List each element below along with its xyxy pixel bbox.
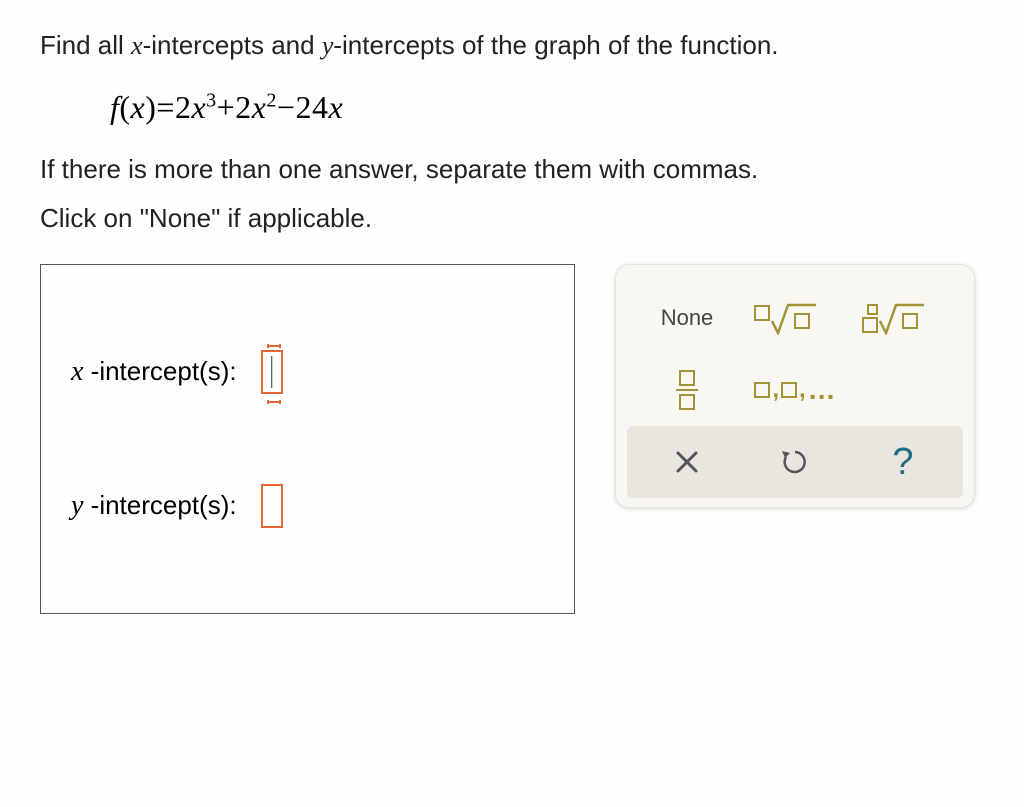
undo-icon bbox=[780, 447, 810, 477]
nth-root-button[interactable] bbox=[849, 282, 957, 354]
sqrt-icon bbox=[754, 301, 836, 335]
eq-op1: + bbox=[217, 89, 236, 125]
instruction-2: Click on "None" if applicable. bbox=[40, 203, 984, 234]
equation-display: f(x)=2x3+2x2−24x bbox=[110, 89, 984, 126]
help-icon: ? bbox=[892, 441, 913, 484]
nth-root-icon bbox=[862, 301, 944, 335]
prompt-y-var: y bbox=[322, 31, 334, 60]
eq-t1c: 2 bbox=[175, 89, 192, 125]
fraction-button[interactable] bbox=[633, 354, 741, 426]
list-button[interactable]: ,,… bbox=[741, 354, 849, 426]
y-intercept-input[interactable] bbox=[261, 484, 283, 528]
keypad-row-3: ? bbox=[627, 426, 963, 498]
keypad-spacer bbox=[849, 354, 957, 426]
sqrt-radicand-box bbox=[794, 313, 810, 329]
sqrt-button[interactable] bbox=[741, 282, 849, 354]
eq-f: f bbox=[110, 89, 119, 125]
eq-t3v: x bbox=[328, 89, 343, 125]
math-keypad: None bbox=[615, 264, 975, 508]
none-label: None bbox=[661, 305, 714, 331]
eq-open: ( bbox=[119, 89, 130, 125]
keypad-row-1: None bbox=[633, 282, 957, 354]
frac-num-box bbox=[679, 370, 695, 386]
x-label-text: -intercept(s): bbox=[83, 356, 236, 386]
nroot-index-box bbox=[867, 304, 878, 315]
eq-op2: − bbox=[277, 89, 296, 125]
instruction-1: If there is more than one answer, separa… bbox=[40, 154, 984, 185]
fraction-icon bbox=[676, 370, 698, 410]
close-icon bbox=[674, 449, 700, 475]
list-box-2 bbox=[781, 382, 797, 398]
bracket-markers bbox=[263, 344, 285, 404]
list-icon: ,,… bbox=[754, 374, 835, 406]
answer-row: x -intercept(s): y -intercept(s): None bbox=[40, 264, 984, 614]
eq-t1e: 3 bbox=[206, 89, 217, 111]
undo-button[interactable] bbox=[741, 426, 849, 498]
eq-t1v: x bbox=[191, 89, 206, 125]
keypad-row-2: ,,… bbox=[633, 354, 957, 426]
none-button[interactable]: None bbox=[633, 282, 741, 354]
eq-equals: = bbox=[156, 89, 175, 125]
eq-close: ) bbox=[145, 89, 156, 125]
eq-t3c: 24 bbox=[295, 89, 328, 125]
list-box-1 bbox=[754, 382, 770, 398]
y-intercept-label: y -intercept(s): bbox=[71, 490, 237, 522]
frac-bar bbox=[676, 389, 698, 391]
y-intercept-row: y -intercept(s): bbox=[71, 484, 544, 528]
prompt-text-3: -intercepts of the graph of the function… bbox=[333, 30, 778, 60]
prompt-x-var: x bbox=[131, 31, 143, 60]
eq-t2e: 2 bbox=[266, 89, 277, 111]
eq-x: x bbox=[131, 89, 146, 125]
y-label-var: y bbox=[71, 490, 83, 521]
x-intercept-input[interactable] bbox=[261, 350, 283, 394]
question-page: Find all x-intercepts and y-intercepts o… bbox=[0, 0, 1024, 644]
question-prompt: Find all x-intercepts and y-intercepts o… bbox=[40, 30, 984, 61]
sqrt-coef-box bbox=[754, 305, 770, 321]
x-label-var: x bbox=[71, 356, 83, 387]
frac-den-box bbox=[679, 394, 695, 410]
answer-box: x -intercept(s): y -intercept(s): bbox=[40, 264, 575, 614]
eq-t2v: x bbox=[252, 89, 267, 125]
x-intercept-row: x -intercept(s): bbox=[71, 350, 544, 394]
y-label-text: -intercept(s): bbox=[83, 490, 236, 520]
clear-button[interactable] bbox=[633, 426, 741, 498]
prompt-text-2: -intercepts and bbox=[143, 30, 322, 60]
eq-t2c: 2 bbox=[235, 89, 252, 125]
nroot-radicand-box bbox=[902, 313, 918, 329]
prompt-text-1: Find all bbox=[40, 30, 131, 60]
help-button[interactable]: ? bbox=[849, 426, 957, 498]
x-intercept-label: x -intercept(s): bbox=[71, 356, 237, 388]
nroot-coef-box bbox=[862, 317, 878, 333]
